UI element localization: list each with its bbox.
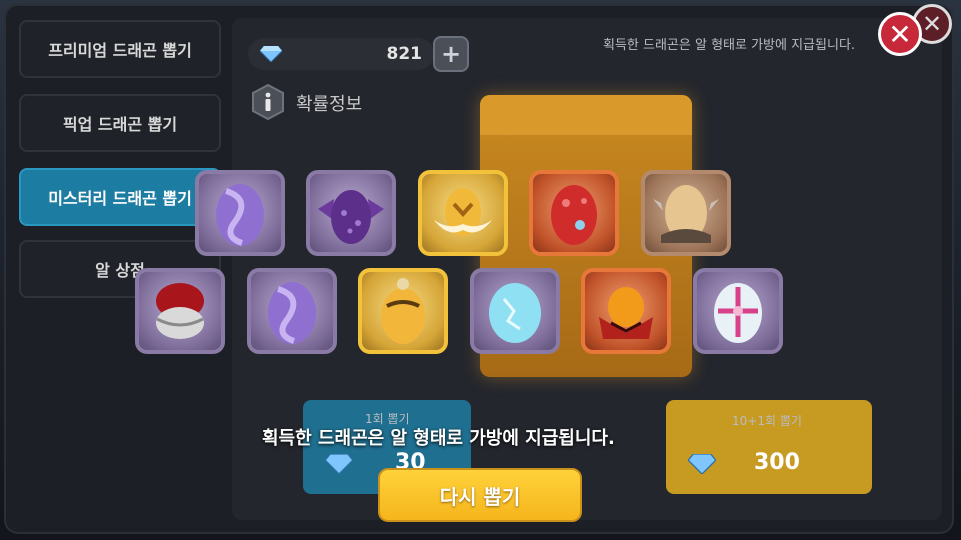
egg-slot[interactable] [358, 268, 448, 354]
sidebar-item-premium-draw[interactable]: 프리미엄 드래곤 뽑기 [19, 20, 221, 78]
egg-slot[interactable] [135, 268, 225, 354]
gem-currency-bar: 821 [248, 38, 434, 70]
ice-cracked-egg-icon [489, 283, 541, 343]
add-gems-button[interactable]: + [433, 36, 469, 72]
gem-icon [260, 46, 282, 62]
egg-slot[interactable] [693, 268, 783, 354]
multi-draw-price: 300 [754, 450, 800, 475]
spiked-tan-egg-icon [653, 185, 719, 243]
red-wrapped-egg-icon [156, 283, 204, 339]
egg-slot[interactable] [306, 170, 396, 256]
egg-slot[interactable] [247, 268, 337, 354]
multi-draw-button[interactable]: 10+1회 뽑기 300 [666, 400, 872, 494]
sidebar-item-label: 프리미엄 드래곤 뽑기 [48, 41, 192, 60]
egg-slot[interactable] [581, 268, 671, 354]
golden-winged-egg-icon [434, 188, 492, 236]
gem-count: 821 [386, 44, 423, 64]
golden-ornate-egg-icon [381, 278, 425, 344]
gem-icon [325, 454, 353, 474]
egg-slot[interactable] [529, 170, 619, 256]
retry-draw-button[interactable]: 다시 뽑기 [378, 468, 582, 522]
purple-swirl-egg-icon [216, 184, 264, 246]
purple-swirl-egg-icon [268, 282, 316, 344]
purple-bat-egg-icon [318, 190, 384, 244]
close-icon: ✕ [888, 17, 912, 51]
egg-slot[interactable] [418, 170, 508, 256]
multi-draw-label: 10+1회 뽑기 [732, 414, 802, 428]
white-cross-egg-icon [714, 283, 762, 343]
result-message: 획득한 드래곤은 알 형태로 가방에 지급됩니다. [262, 428, 615, 449]
sidebar-item-pickup-draw[interactable]: 픽업 드래곤 뽑기 [19, 94, 221, 152]
sidebar-item-label: 픽업 드래곤 뽑기 [62, 115, 178, 134]
close-button[interactable]: ✕ [878, 12, 922, 56]
sidebar-item-mystery-draw[interactable]: 미스터리 드래곤 뽑기 [19, 168, 221, 226]
egg-slot[interactable] [195, 170, 285, 256]
retry-draw-label: 다시 뽑기 [439, 484, 521, 509]
sidebar-item-label: 미스터리 드래곤 뽑기 [48, 189, 192, 208]
red-spotted-egg-icon [551, 185, 597, 245]
red-crested-egg-icon [599, 287, 653, 339]
plus-icon: + [440, 40, 462, 68]
probability-info-label[interactable]: 확률정보 [296, 90, 362, 116]
egg-slot[interactable] [641, 170, 731, 256]
gem-icon [688, 454, 716, 474]
chest-lid [480, 95, 692, 135]
info-icon[interactable] [252, 84, 284, 120]
delivery-notice: 획득한 드래곤은 알 형태로 가방에 지급됩니다. [603, 38, 856, 53]
egg-slot[interactable] [470, 268, 560, 354]
